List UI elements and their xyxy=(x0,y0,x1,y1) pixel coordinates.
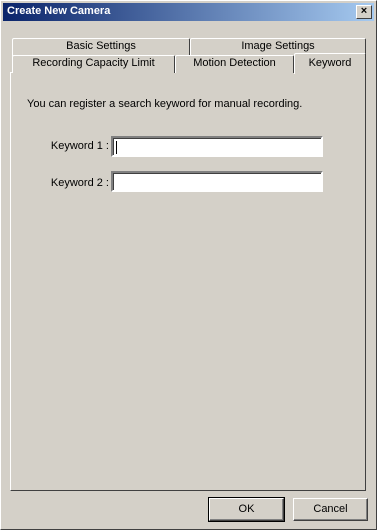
create-camera-dialog: Create New Camera × Basic Settings Image… xyxy=(0,0,377,530)
window-title: Create New Camera xyxy=(7,5,111,17)
tab-keyword[interactable]: Keyword xyxy=(294,53,366,74)
keyword-tab-panel: You can register a search keyword for ma… xyxy=(10,72,366,491)
cancel-button[interactable]: Cancel xyxy=(293,498,368,521)
text-cursor xyxy=(116,141,117,154)
keyword-1-label: Keyword 1 : xyxy=(50,140,109,152)
keyword-1-input[interactable] xyxy=(111,136,323,157)
tab-label: Keyword xyxy=(308,57,352,69)
keyword-2-label: Keyword 2 : xyxy=(50,177,109,189)
tab-label: Motion Detection xyxy=(193,57,276,69)
tab-label: Image Settings xyxy=(241,40,315,52)
title-bar[interactable]: Create New Camera × xyxy=(3,3,374,21)
tab-recording-capacity-limit[interactable]: Recording Capacity Limit xyxy=(12,55,175,73)
tab-motion-detection[interactable]: Motion Detection xyxy=(175,55,294,73)
close-icon: × xyxy=(360,5,368,17)
keyword-2-input[interactable] xyxy=(111,171,323,192)
close-button[interactable]: × xyxy=(356,5,372,19)
ok-button[interactable]: OK xyxy=(208,497,285,522)
tab-basic-settings[interactable]: Basic Settings xyxy=(12,38,190,56)
tab-label: Basic Settings xyxy=(66,40,136,52)
keyword-intro-text: You can register a search keyword for ma… xyxy=(27,98,303,110)
tab-label: Recording Capacity Limit xyxy=(32,57,155,69)
